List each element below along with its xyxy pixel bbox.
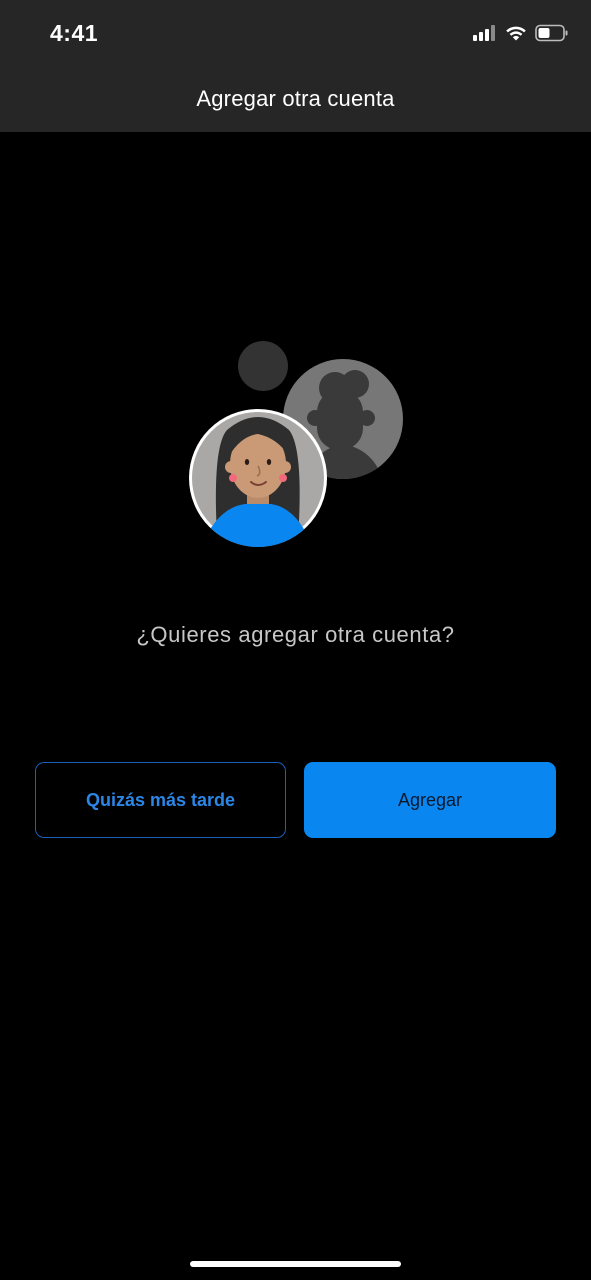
maybe-later-button[interactable]: Quizás más tarde — [35, 762, 286, 838]
wifi-icon — [505, 25, 527, 46]
status-time: 4:41 — [50, 20, 99, 46]
cellular-signal-icon — [473, 25, 497, 46]
add-account-illustration — [185, 338, 407, 552]
add-account-button[interactable]: Agregar — [304, 762, 556, 838]
home-indicator[interactable] — [190, 1261, 401, 1267]
page-title: Agregar otra cuenta — [196, 86, 395, 111]
status-icons — [473, 24, 569, 47]
battery-icon — [535, 24, 569, 47]
top-bar: 4:41 Agregar otra cuenta — [0, 0, 591, 132]
add-account-question: ¿Quieres agregar otra cuenta? — [136, 622, 455, 647]
